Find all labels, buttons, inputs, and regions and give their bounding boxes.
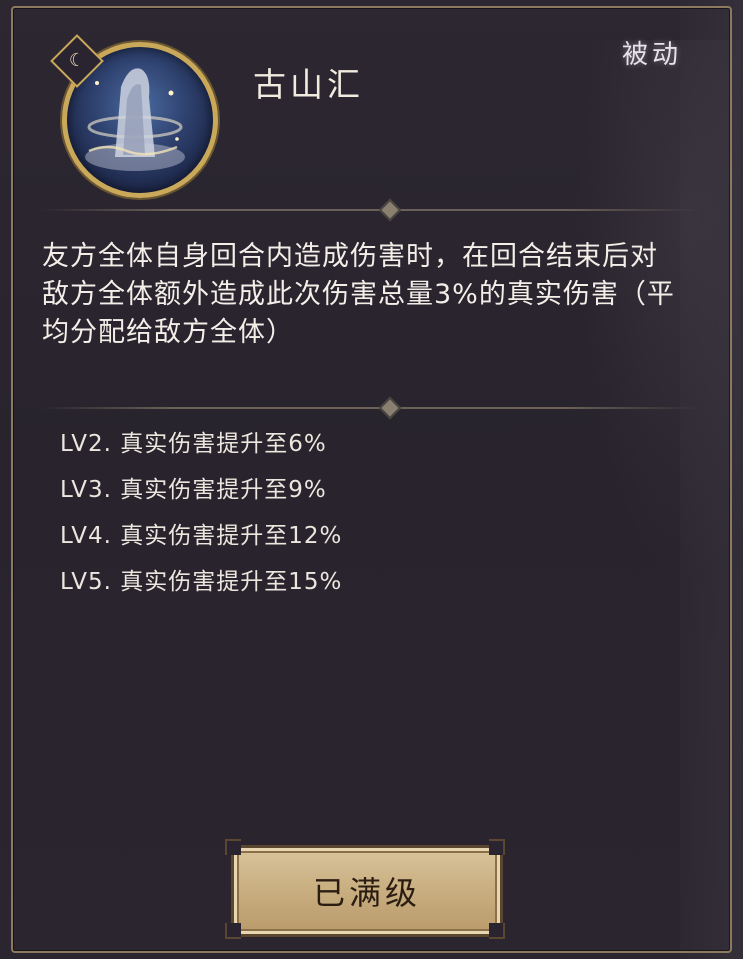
level-upgrade-item: LV3. 真实伤害提升至9% (60, 477, 327, 503)
max-level-button-label: 已满级 (312, 874, 421, 912)
level-upgrade-item: LV5. 真实伤害提升至15% (60, 569, 343, 595)
button-corner-ornament (489, 839, 505, 855)
level-upgrade-item: LV4. 真实伤害提升至12% (60, 523, 343, 549)
skill-type-tag: 被动 (622, 40, 683, 70)
divider (40, 407, 700, 409)
button-corner-ornament (225, 923, 241, 939)
divider (40, 209, 700, 211)
moon-icon: ☾ (68, 50, 86, 71)
max-level-button[interactable]: 已满级 (231, 845, 503, 937)
button-corner-ornament (489, 923, 505, 939)
button-corner-ornament (225, 839, 241, 855)
skill-name: 古山汇 (253, 65, 364, 104)
skill-description: 友方全体自身回合内造成伤害时，在回合结束后对敌方全体额外造成此次伤害总量3%的真… (42, 241, 675, 348)
level-upgrade-item: LV2. 真实伤害提升至6% (60, 431, 327, 457)
level-upgrade-list: LV2. 真实伤害提升至6% LV3. 真实伤害提升至9% LV4. 真实伤害提… (60, 425, 342, 609)
skill-detail-panel: ☾ 古山汇 被动 友方全体自身回合内造成伤害时，在回合结束后对敌方全体额外造成此… (0, 0, 743, 959)
